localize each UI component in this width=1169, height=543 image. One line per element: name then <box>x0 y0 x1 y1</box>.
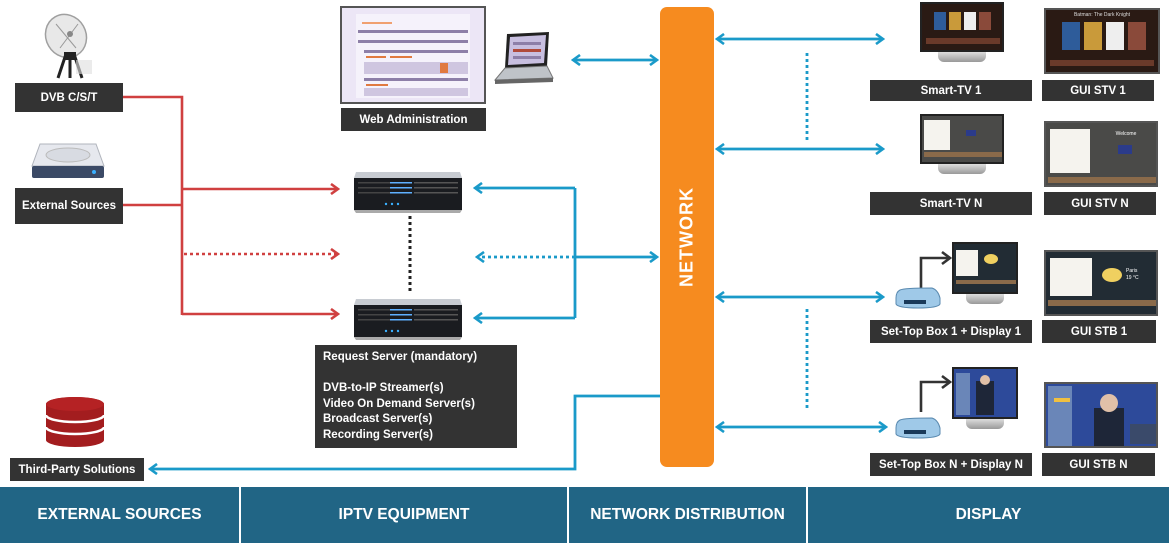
gui-stb-1-screenshot[interactable]: Paris 19 °C <box>1044 250 1158 316</box>
gui-weather-temp: 19 °C <box>1126 275 1139 281</box>
web-admin-screenshot[interactable] <box>340 6 486 104</box>
display-1-device[interactable] <box>952 242 1018 308</box>
network-label: NETWORK <box>676 187 697 287</box>
satellite-dish-icon <box>44 13 92 79</box>
section-external-sources: EXTERNAL SOURCES <box>0 487 241 543</box>
section-footer: EXTERNAL SOURCES IPTV EQUIPMENT NETWORK … <box>0 487 1169 543</box>
gui-stb-n-label: GUI STB N <box>1042 453 1155 476</box>
gui-stv-n-label: GUI STV N <box>1044 192 1156 215</box>
section-display: DISPLAY <box>808 487 1169 543</box>
web-admin-label[interactable]: Web Administration <box>341 108 486 131</box>
smart-tv-n-device[interactable] <box>920 114 1004 176</box>
server-type-recording: Recording Server(s) <box>323 428 433 441</box>
section-iptv-equipment: IPTV EQUIPMENT <box>241 487 569 543</box>
gui-stv-1-screenshot[interactable]: Batman: The Dark Knight <box>1044 8 1160 74</box>
display-network-lines <box>717 39 886 427</box>
hard-drive-icon <box>31 143 105 178</box>
server-icon-n[interactable] <box>352 295 464 341</box>
source-feed-lines <box>123 95 338 315</box>
smart-tv-1-label: Smart-TV 1 <box>870 80 1032 101</box>
display-n-device[interactable] <box>952 367 1018 433</box>
stb-1-label: Set-Top Box 1 + Display 1 <box>870 320 1032 343</box>
third-party-label[interactable]: Third-Party Solutions <box>10 458 144 481</box>
gui-stv-1-label: GUI STV 1 <box>1042 80 1154 101</box>
gui-movie-title: Batman: The Dark Knight <box>1073 12 1131 18</box>
stb-n-label: Set-Top Box N + Display N <box>870 453 1032 476</box>
network-bus: NETWORK <box>660 7 714 467</box>
server-icon-1[interactable] <box>352 168 464 214</box>
set-top-box-1-icon[interactable] <box>894 286 942 310</box>
server-info-spacer <box>323 366 509 382</box>
gui-stb-1-label: GUI STB 1 <box>1042 320 1156 343</box>
gui-welcome-text: Welcome <box>1115 131 1137 137</box>
dvb-label: DVB C/S/T <box>15 83 123 112</box>
servers-info-box: Request Server (mandatory) DVB-to-IP Str… <box>315 345 517 448</box>
laptop-icon[interactable] <box>493 30 557 86</box>
set-top-box-n-icon[interactable] <box>894 416 942 440</box>
gui-weather-city: Paris <box>1126 268 1138 274</box>
external-sources-label: External Sources <box>15 188 123 224</box>
server-type-dvb-to-ip: DVB-to-IP Streamer(s) <box>323 382 444 394</box>
gui-stv-n-screenshot[interactable]: Welcome <box>1044 121 1158 187</box>
smart-tv-n-label: Smart-TV N <box>870 192 1032 215</box>
server-type-request: Request Server (mandatory) <box>323 351 478 363</box>
server-type-broadcast: Broadcast Server(s) <box>323 413 433 425</box>
server-type-vod: Video On Demand Server(s) <box>323 397 475 410</box>
section-network-distribution: NETWORK DISTRIBUTION <box>569 487 808 543</box>
gui-stb-n-screenshot[interactable] <box>1044 382 1158 448</box>
smart-tv-1-device[interactable] <box>920 2 1004 64</box>
database-icon <box>44 397 106 447</box>
